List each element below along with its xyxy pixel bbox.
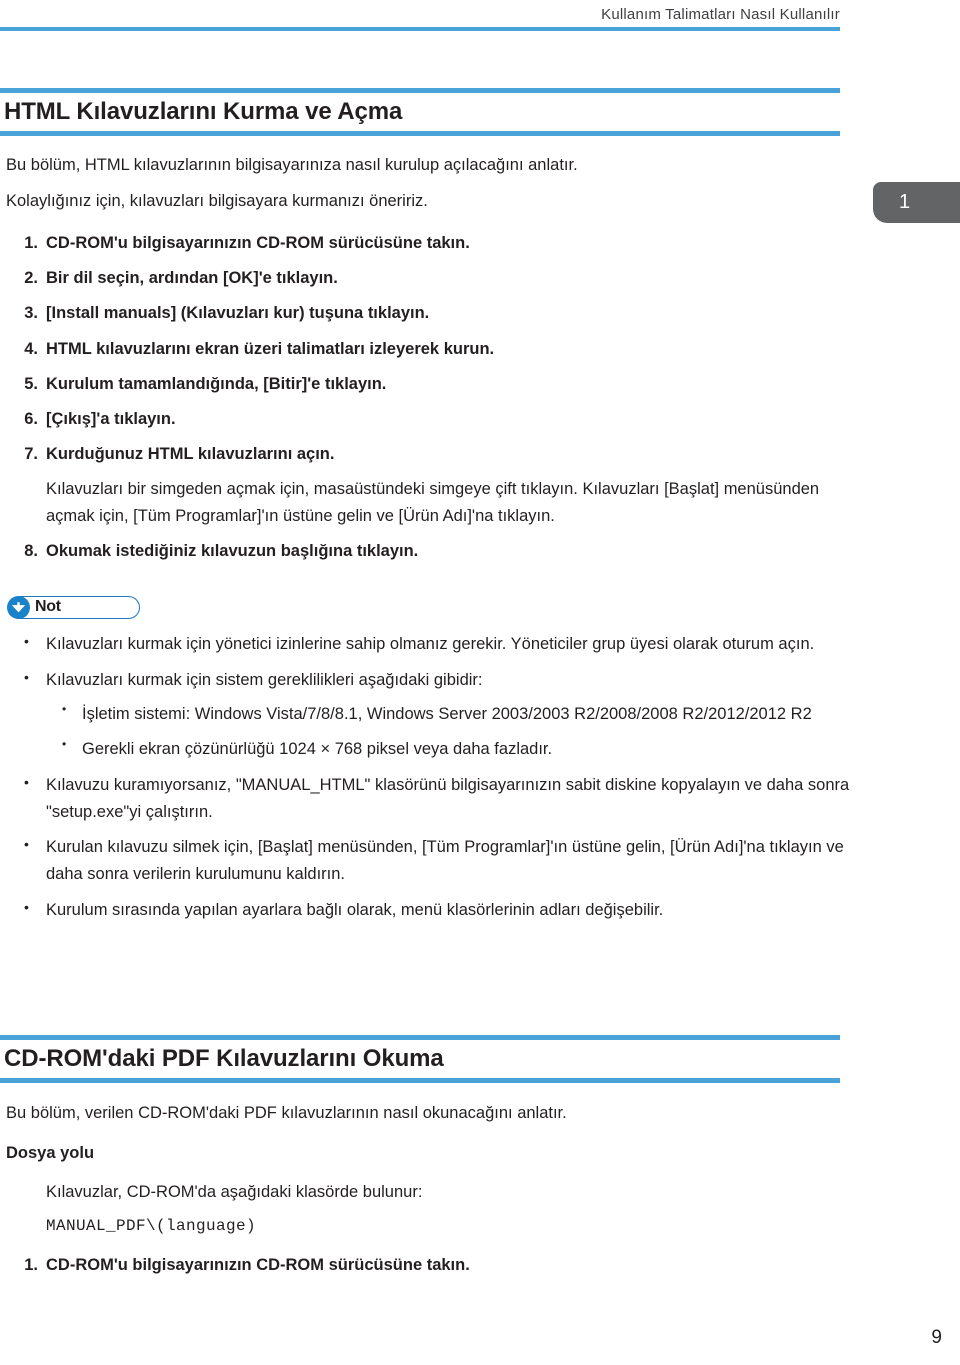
system-requirements-sublist: İşletim sistemi: Windows Vista/7/8/8.1, …	[46, 700, 850, 763]
step-text: Kurduğunuz HTML kılavuzlarını açın.	[46, 445, 335, 464]
document-page: Kullanım Talimatları Nasıl Kullanılır 1 …	[0, 0, 960, 1365]
section-1-notes: Kılavuzları kurmak için yönetici izinler…	[0, 630, 850, 932]
header-rule	[0, 27, 840, 31]
heading-rule-bottom	[0, 1078, 840, 1084]
step-number: 4.	[24, 339, 38, 358]
pdf-steps-list: 1. CD-ROM'u bilgisayarınızın CD-ROM sürü…	[0, 1252, 850, 1279]
list-item: Kılavuzları kurmak için sistem gereklili…	[0, 666, 850, 763]
step-text: CD-ROM'u bilgisayarınızın CD-ROM sürücüs…	[46, 1256, 470, 1274]
note-badge-label: Not	[35, 598, 61, 615]
list-item: 7. Kurduğunuz HTML kılavuzlarını açın. K…	[0, 441, 850, 529]
list-item: 1. CD-ROM'u bilgisayarınızın CD-ROM sürü…	[0, 230, 850, 257]
install-steps-list: 1. CD-ROM'u bilgisayarınızın CD-ROM sürü…	[0, 230, 850, 565]
step-explanation: Kılavuzları bir simgeden açmak için, mas…	[46, 480, 820, 525]
intro-paragraph-1: Bu bölüm, HTML kılavuzlarının bilgisayar…	[6, 156, 578, 174]
list-item: 6. [Çıkış]'a tıklayın.	[0, 406, 850, 433]
list-item: Kurulan kılavuzu silmek için, [Başlat] m…	[0, 833, 850, 887]
step-number: 2.	[24, 269, 38, 288]
step-text: Bir dil seçin, ardından [OK]'e tıklayın.	[46, 269, 338, 288]
step-text: Kurulum tamamlandığında, [Bitir]'e tıkla…	[46, 374, 387, 393]
step-number: 7.	[24, 445, 38, 464]
list-item: 5. Kurulum tamamlandığında, [Bitir]'e tı…	[0, 371, 850, 398]
step-number: 1.	[24, 1256, 38, 1274]
list-item: 1. CD-ROM'u bilgisayarınızın CD-ROM sürü…	[0, 1252, 850, 1279]
intro-paragraph: Bu bölüm, verilen CD-ROM'daki PDF kılavu…	[6, 1104, 567, 1122]
step-number: 8.	[24, 541, 38, 560]
page-title: HTML Kılavuzlarını Kurma ve Açma	[4, 98, 403, 125]
step-number: 3.	[24, 304, 38, 323]
step-number: 5.	[24, 374, 38, 393]
list-item: 4. HTML kılavuzlarını ekran üzeri talima…	[0, 336, 850, 363]
section-2-steps: 1. CD-ROM'u bilgisayarınızın CD-ROM sürü…	[0, 1252, 850, 1287]
section-1-intro: Bu bölüm, HTML kılavuzlarının bilgisayar…	[0, 152, 850, 214]
step-text: [Çıkış]'a tıklayın.	[46, 410, 176, 429]
step-text: [Install manuals] (Kılavuzları kur) tuşu…	[46, 304, 430, 323]
step-number: 6.	[24, 410, 38, 429]
section-heading-pdf-guides: CD-ROM'daki PDF Kılavuzlarını Okuma	[0, 1035, 840, 1084]
down-arrow-in-circle-icon	[7, 596, 30, 619]
list-item: Gerekli ekran çözünürlüğü 1024 × 768 pik…	[46, 735, 850, 763]
note-badge: Not	[0, 596, 850, 619]
list-item: Kılavuzları kurmak için yönetici izinler…	[0, 630, 850, 658]
step-number: 1.	[24, 234, 38, 252]
notes-bullet-list: Kılavuzları kurmak için yönetici izinler…	[0, 630, 850, 924]
step-text: HTML kılavuzlarını ekran üzeri talimatla…	[46, 339, 495, 358]
file-path-value: MANUAL_PDF\(language)	[46, 1217, 257, 1236]
section-2-intro: Bu bölüm, verilen CD-ROM'daki PDF kılavu…	[0, 1100, 850, 1240]
page-number: 9	[931, 1327, 942, 1348]
path-intro-text: Kılavuzlar, CD-ROM'da aşağıdaki klasörde…	[46, 1183, 423, 1202]
section-heading-html-guides: HTML Kılavuzlarını Kurma ve Açma	[0, 88, 840, 137]
list-item: Kılavuzu kuramıyorsanız, "MANUAL_HTML" k…	[0, 771, 850, 825]
heading-rule-bottom	[0, 131, 840, 137]
subheading-file-path: Dosya yolu	[6, 1143, 95, 1162]
list-item: 2. Bir dil seçin, ardından [OK]'e tıklay…	[0, 265, 850, 292]
list-item-text: Kılavuzları kurmak için sistem gereklili…	[46, 670, 483, 689]
intro-paragraph-2: Kolaylığınız için, kılavuzları bilgisaya…	[6, 191, 428, 210]
chapter-tab-number: 1	[873, 182, 960, 223]
list-item: 3. [Install manuals] (Kılavuzları kur) t…	[0, 300, 850, 327]
list-item: 8. Okumak istediğiniz kılavuzun başlığın…	[0, 538, 850, 565]
step-text: CD-ROM'u bilgisayarınızın CD-ROM sürücüs…	[46, 234, 470, 252]
step-text: Okumak istediğiniz kılavuzun başlığına t…	[46, 541, 419, 560]
section-1-steps: 1. CD-ROM'u bilgisayarınızın CD-ROM sürü…	[0, 230, 850, 573]
section-title-pdf: CD-ROM'daki PDF Kılavuzlarını Okuma	[4, 1045, 444, 1072]
running-header-title: Kullanım Talimatları Nasıl Kullanılır	[601, 6, 840, 23]
list-item: İşletim sistemi: Windows Vista/7/8/8.1, …	[46, 700, 850, 728]
list-item: Kurulum sırasında yapılan ayarlara bağlı…	[0, 896, 850, 924]
